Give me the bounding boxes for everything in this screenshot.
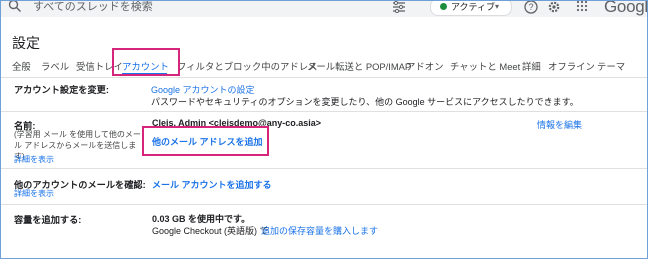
settings-tabs: 全般 ラベル 受信トレイ アカウント フィルタとブロック中のアドレス メール転送… (1, 56, 647, 78)
search-options-icon[interactable] (392, 1, 406, 13)
help-icon[interactable]: ? (524, 0, 538, 14)
tab-chat-meet[interactable]: チャットと Meet (450, 59, 520, 73)
tab-advanced[interactable]: 詳細 (522, 59, 541, 73)
checkout-text: Google Checkout (英語版) で (152, 226, 269, 236)
buy-storage-link[interactable]: 追加の保存容量を購入します (261, 224, 378, 237)
tab-themes[interactable]: テーマ (597, 59, 625, 73)
change-account-label: アカウント設定を変更: (14, 85, 109, 95)
row-divider (1, 204, 647, 205)
name-details-link[interactable]: 詳細を表示 (14, 154, 54, 165)
search-input[interactable]: すべてのスレッドを検索 (33, 1, 153, 13)
status-label: アクティブ (451, 2, 496, 12)
svg-text:?: ? (528, 2, 533, 12)
highlight-box-accounts-tab (112, 48, 180, 76)
row-divider (1, 168, 647, 169)
tab-labels[interactable]: ラベル (41, 59, 69, 73)
edit-info-link[interactable]: 情報を編集 (537, 118, 582, 131)
tabs-divider (1, 77, 647, 78)
google-logo: Google (604, 0, 648, 16)
status-dot (440, 3, 447, 10)
chevron-down-icon: ▾ (495, 2, 500, 11)
search-icon[interactable] (8, 0, 22, 13)
tab-addons[interactable]: アドオン (406, 59, 444, 73)
gmail-settings-window: すべてのスレッドを検索 アクティブ ▾ ? Googl 設定 全般 ラベル 受信… (0, 0, 648, 259)
row-divider (1, 111, 647, 112)
highlight-box-add-address (142, 126, 269, 156)
add-storage-label: 容量を追加する: (14, 215, 82, 225)
tab-general[interactable]: 全般 (12, 59, 31, 73)
gear-icon[interactable] (547, 0, 561, 14)
apps-grid-icon[interactable] (576, 0, 588, 12)
tab-filters[interactable]: フィルタとブロック中のアドレス (177, 59, 317, 73)
tab-offline[interactable]: オフライン (548, 59, 595, 73)
change-account-description: パスワードやセキュリティのオプションを変更したり、他の Google サービスに… (151, 97, 579, 107)
top-bar: すべてのスレッドを検索 アクティブ ▾ ? Googl (1, 1, 647, 17)
status-dropdown[interactable]: アクティブ ▾ (430, 1, 512, 16)
add-mail-account-link[interactable]: メール アカウントを追加する (152, 178, 272, 191)
page-title: 設定 (12, 35, 40, 51)
tab-forwarding-pop-imap[interactable]: メール転送と POP/IMAP (307, 59, 411, 73)
check-mail-details-link[interactable]: 詳細を表示 (14, 188, 54, 199)
